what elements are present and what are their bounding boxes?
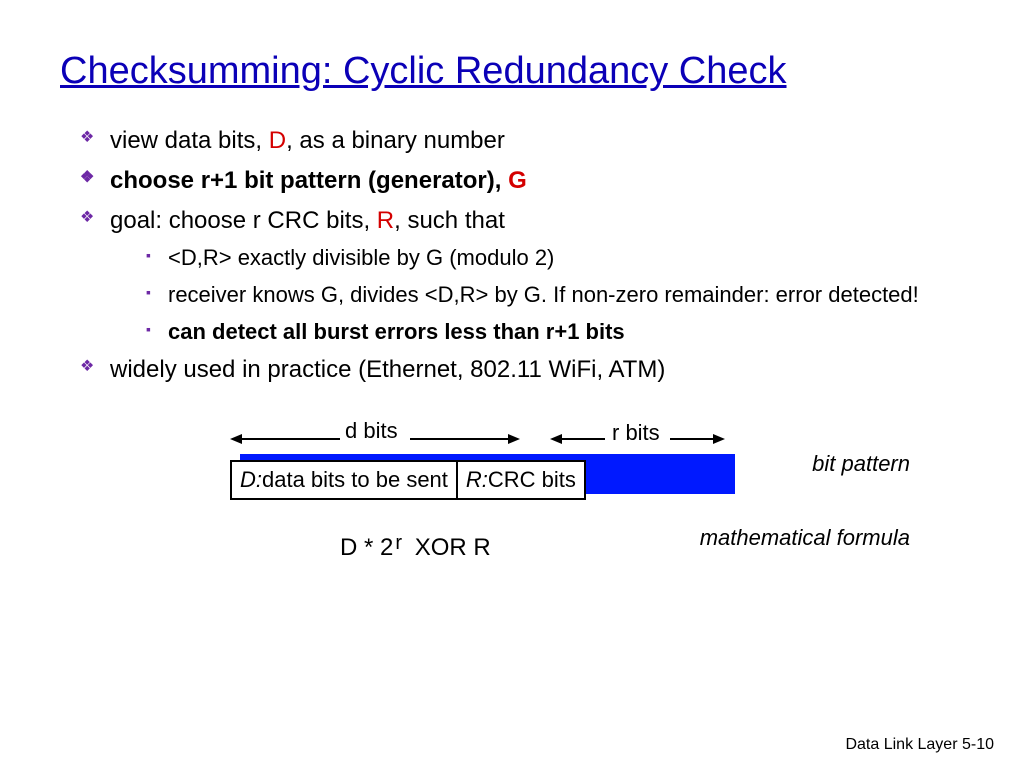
bullet-3: goal: choose r CRC bits, R, such that <D… xyxy=(80,203,964,348)
sub-list: <D,R> exactly divisible by G (modulo 2) … xyxy=(146,241,964,348)
text: choose r+1 bit pattern (generator), xyxy=(110,167,508,194)
crc-bits-cell: R: CRC bits xyxy=(458,462,584,498)
bit-frame: D: data bits to be sent R: CRC bits xyxy=(230,460,586,500)
formula-rest: XOR R xyxy=(408,534,491,561)
arrow-right-icon xyxy=(410,432,520,446)
bullet-2: choose r+1 bit pattern (generator), G xyxy=(80,163,964,199)
bullet-1: view data bits, D, as a binary number xyxy=(80,123,964,159)
slide-title: Checksumming: Cyclic Redundancy Check xyxy=(60,50,964,93)
text: data bits to be sent xyxy=(262,467,448,493)
bullet-list: view data bits, D, as a binary number ch… xyxy=(80,123,964,388)
text: CRC bits xyxy=(488,467,576,493)
sub-3: can detect all burst errors less than r+… xyxy=(146,315,964,348)
formula: D * 2r XOR R xyxy=(340,532,491,562)
formula-caption: mathematical formula xyxy=(700,526,910,550)
slide-footer: Data Link Layer 5-10 xyxy=(845,736,994,754)
text: , as a binary number xyxy=(286,127,505,154)
arrow-left-icon xyxy=(230,432,340,446)
var-R: R xyxy=(377,207,394,234)
label-D: D: xyxy=(240,467,262,493)
arrow-left-icon xyxy=(550,432,605,446)
bit-pattern-caption: bit pattern xyxy=(812,452,910,476)
label-R: R: xyxy=(466,467,488,493)
text: goal: choose r CRC bits, xyxy=(110,207,377,234)
r-bits-label: r bits xyxy=(612,420,660,446)
var-G: G xyxy=(508,167,527,194)
text: , such that xyxy=(394,207,505,234)
arrow-right-icon xyxy=(670,432,725,446)
data-bits-cell: D: data bits to be sent xyxy=(232,462,458,498)
text: view data bits, xyxy=(110,127,269,154)
var-D: D xyxy=(269,127,286,154)
d-bits-label: d bits xyxy=(345,418,398,444)
formula-base: D * 2 xyxy=(340,534,393,561)
bullet-4: widely used in practice (Ethernet, 802.1… xyxy=(80,352,964,388)
formula-exp: r xyxy=(395,532,402,554)
sub-2: receiver knows G, divides <D,R> by G. If… xyxy=(146,278,964,311)
crc-diagram: d bits r bits D: data bits to be sent R:… xyxy=(200,424,920,604)
sub-1: <D,R> exactly divisible by G (modulo 2) xyxy=(146,241,964,274)
